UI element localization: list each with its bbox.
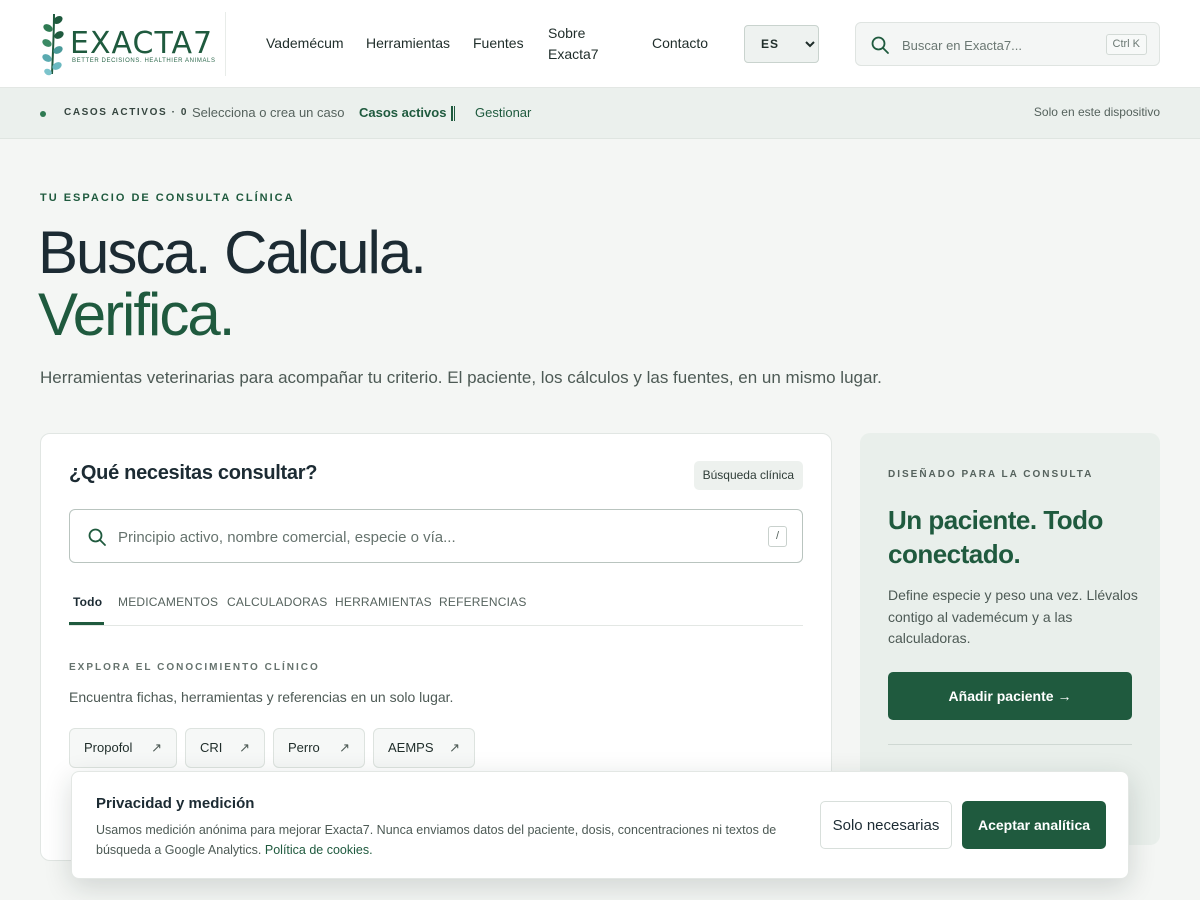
side-title: Un paciente. Todo conectado.: [888, 505, 1103, 569]
nav-herramientas[interactable]: Herramientas: [366, 33, 450, 54]
search-card-title: ¿Qué necesitas consultar?: [69, 462, 318, 484]
cookie-title: Privacidad y medición: [96, 795, 255, 812]
chip-label: Perro: [288, 740, 320, 755]
chip-label: Propofol: [84, 740, 133, 755]
necessary-only-button[interactable]: Solo necesarias: [820, 801, 952, 849]
arrow-up-right-icon: ↗: [449, 740, 460, 755]
language-select[interactable]: ES: [744, 25, 819, 63]
eucalyptus-logo-icon: [42, 13, 64, 76]
nav-contacto[interactable]: Contacto: [652, 33, 708, 54]
side-divider: [888, 744, 1132, 745]
explore-description: Encuentra fichas, herramientas y referen…: [69, 689, 454, 705]
nav-vademecum[interactable]: Vademécum: [266, 33, 344, 54]
active-tab-indicator: [69, 622, 104, 625]
tab-herramientas[interactable]: HERRAMIENTAS: [335, 595, 432, 609]
search-icon: [871, 36, 889, 54]
logo-tagline: BETTER DECISIONS. HEALTHIER ANIMALS: [72, 58, 216, 64]
quick-chip-cri[interactable]: CRI ↗: [185, 728, 265, 768]
arrow-up-right-icon: ↗: [339, 740, 350, 755]
case-select-hint: Selecciona o crea un caso: [192, 105, 345, 120]
tab-todo[interactable]: Todo: [73, 595, 102, 609]
clinical-search-box[interactable]: /: [69, 509, 803, 563]
active-cases-bar: CASOS ACTIVOS · 0 Selecciona o crea un c…: [0, 88, 1200, 139]
search-category-tabs: Todo MEDICAMENTOS CALCULADORAS HERRAMIEN…: [69, 584, 803, 626]
chip-label: CRI: [200, 740, 223, 755]
status-dot: [40, 111, 46, 117]
search-icon: [88, 528, 106, 546]
quick-chip-propofol[interactable]: Propofol ↗: [69, 728, 177, 768]
cookie-consent-banner: Privacidad y medición Usamos medición an…: [71, 771, 1129, 879]
active-cases-link[interactable]: Casos activos: [359, 105, 446, 120]
header-search[interactable]: Ctrl K: [855, 22, 1160, 66]
side-eyebrow: DISEÑADO PARA LA CONSULTA: [888, 469, 1094, 480]
search-shortcut-hint: Ctrl K: [1105, 34, 1147, 55]
hero-title-line2: Verifica.: [38, 281, 235, 348]
arrow-up-right-icon: ↗: [151, 740, 162, 755]
tab-calculadoras[interactable]: CALCULADORAS: [227, 595, 327, 609]
search-slash-shortcut: /: [768, 526, 787, 547]
clinical-search-input[interactable]: [118, 524, 738, 550]
nav-fuentes[interactable]: Fuentes: [473, 33, 524, 54]
brand-logo[interactable]: EXACTA7 BETTER DECISIONS. HEALTHIER ANIM…: [40, 12, 226, 76]
cases-divider-icon: [451, 106, 455, 121]
add-patient-button[interactable]: Añadir paciente →: [888, 672, 1132, 720]
logo-wordmark: EXACTA7: [70, 26, 214, 61]
active-cases-count: CASOS ACTIVOS · 0: [64, 107, 189, 118]
accept-analytics-button[interactable]: Aceptar analítica: [962, 801, 1106, 849]
hero-title-line1: Busca. Calcula.: [38, 219, 427, 286]
explore-eyebrow: EXPLORA EL CONOCIMIENTO CLÍNICO: [69, 662, 320, 673]
quick-chip-aemps[interactable]: AEMPS ↗: [373, 728, 475, 768]
tab-medicamentos[interactable]: MEDICAMENTOS: [118, 595, 218, 609]
tab-referencias[interactable]: REFERENCIAS: [439, 595, 527, 609]
arrow-up-right-icon: ↗: [239, 740, 250, 755]
cookie-description: Usamos medición anónima para mejorar Exa…: [96, 820, 796, 860]
cookie-policy-link[interactable]: Política de cookies.: [265, 843, 373, 857]
header-search-input[interactable]: [902, 33, 1102, 57]
chip-label: AEMPS: [388, 740, 434, 755]
site-header: EXACTA7 BETTER DECISIONS. HEALTHIER ANIM…: [0, 0, 1200, 88]
cookie-body: Usamos medición anónima para mejorar Exa…: [96, 823, 777, 857]
nav-sobre-exacta7[interactable]: Sobre Exacta7: [548, 23, 618, 65]
manage-cases-link[interactable]: Gestionar: [475, 105, 531, 120]
clinical-search-badge: Búsqueda clínica: [693, 461, 803, 490]
hero-lead: Herramientas veterinarias para acompañar…: [40, 368, 882, 387]
hero-eyebrow: TU ESPACIO DE CONSULTA CLÍNICA: [40, 192, 295, 204]
quick-chip-perro[interactable]: Perro ↗: [273, 728, 365, 768]
device-storage-note: Solo en este dispositivo: [1033, 105, 1160, 119]
side-description: Define especie y peso una vez. Llévalos …: [888, 587, 1138, 646]
